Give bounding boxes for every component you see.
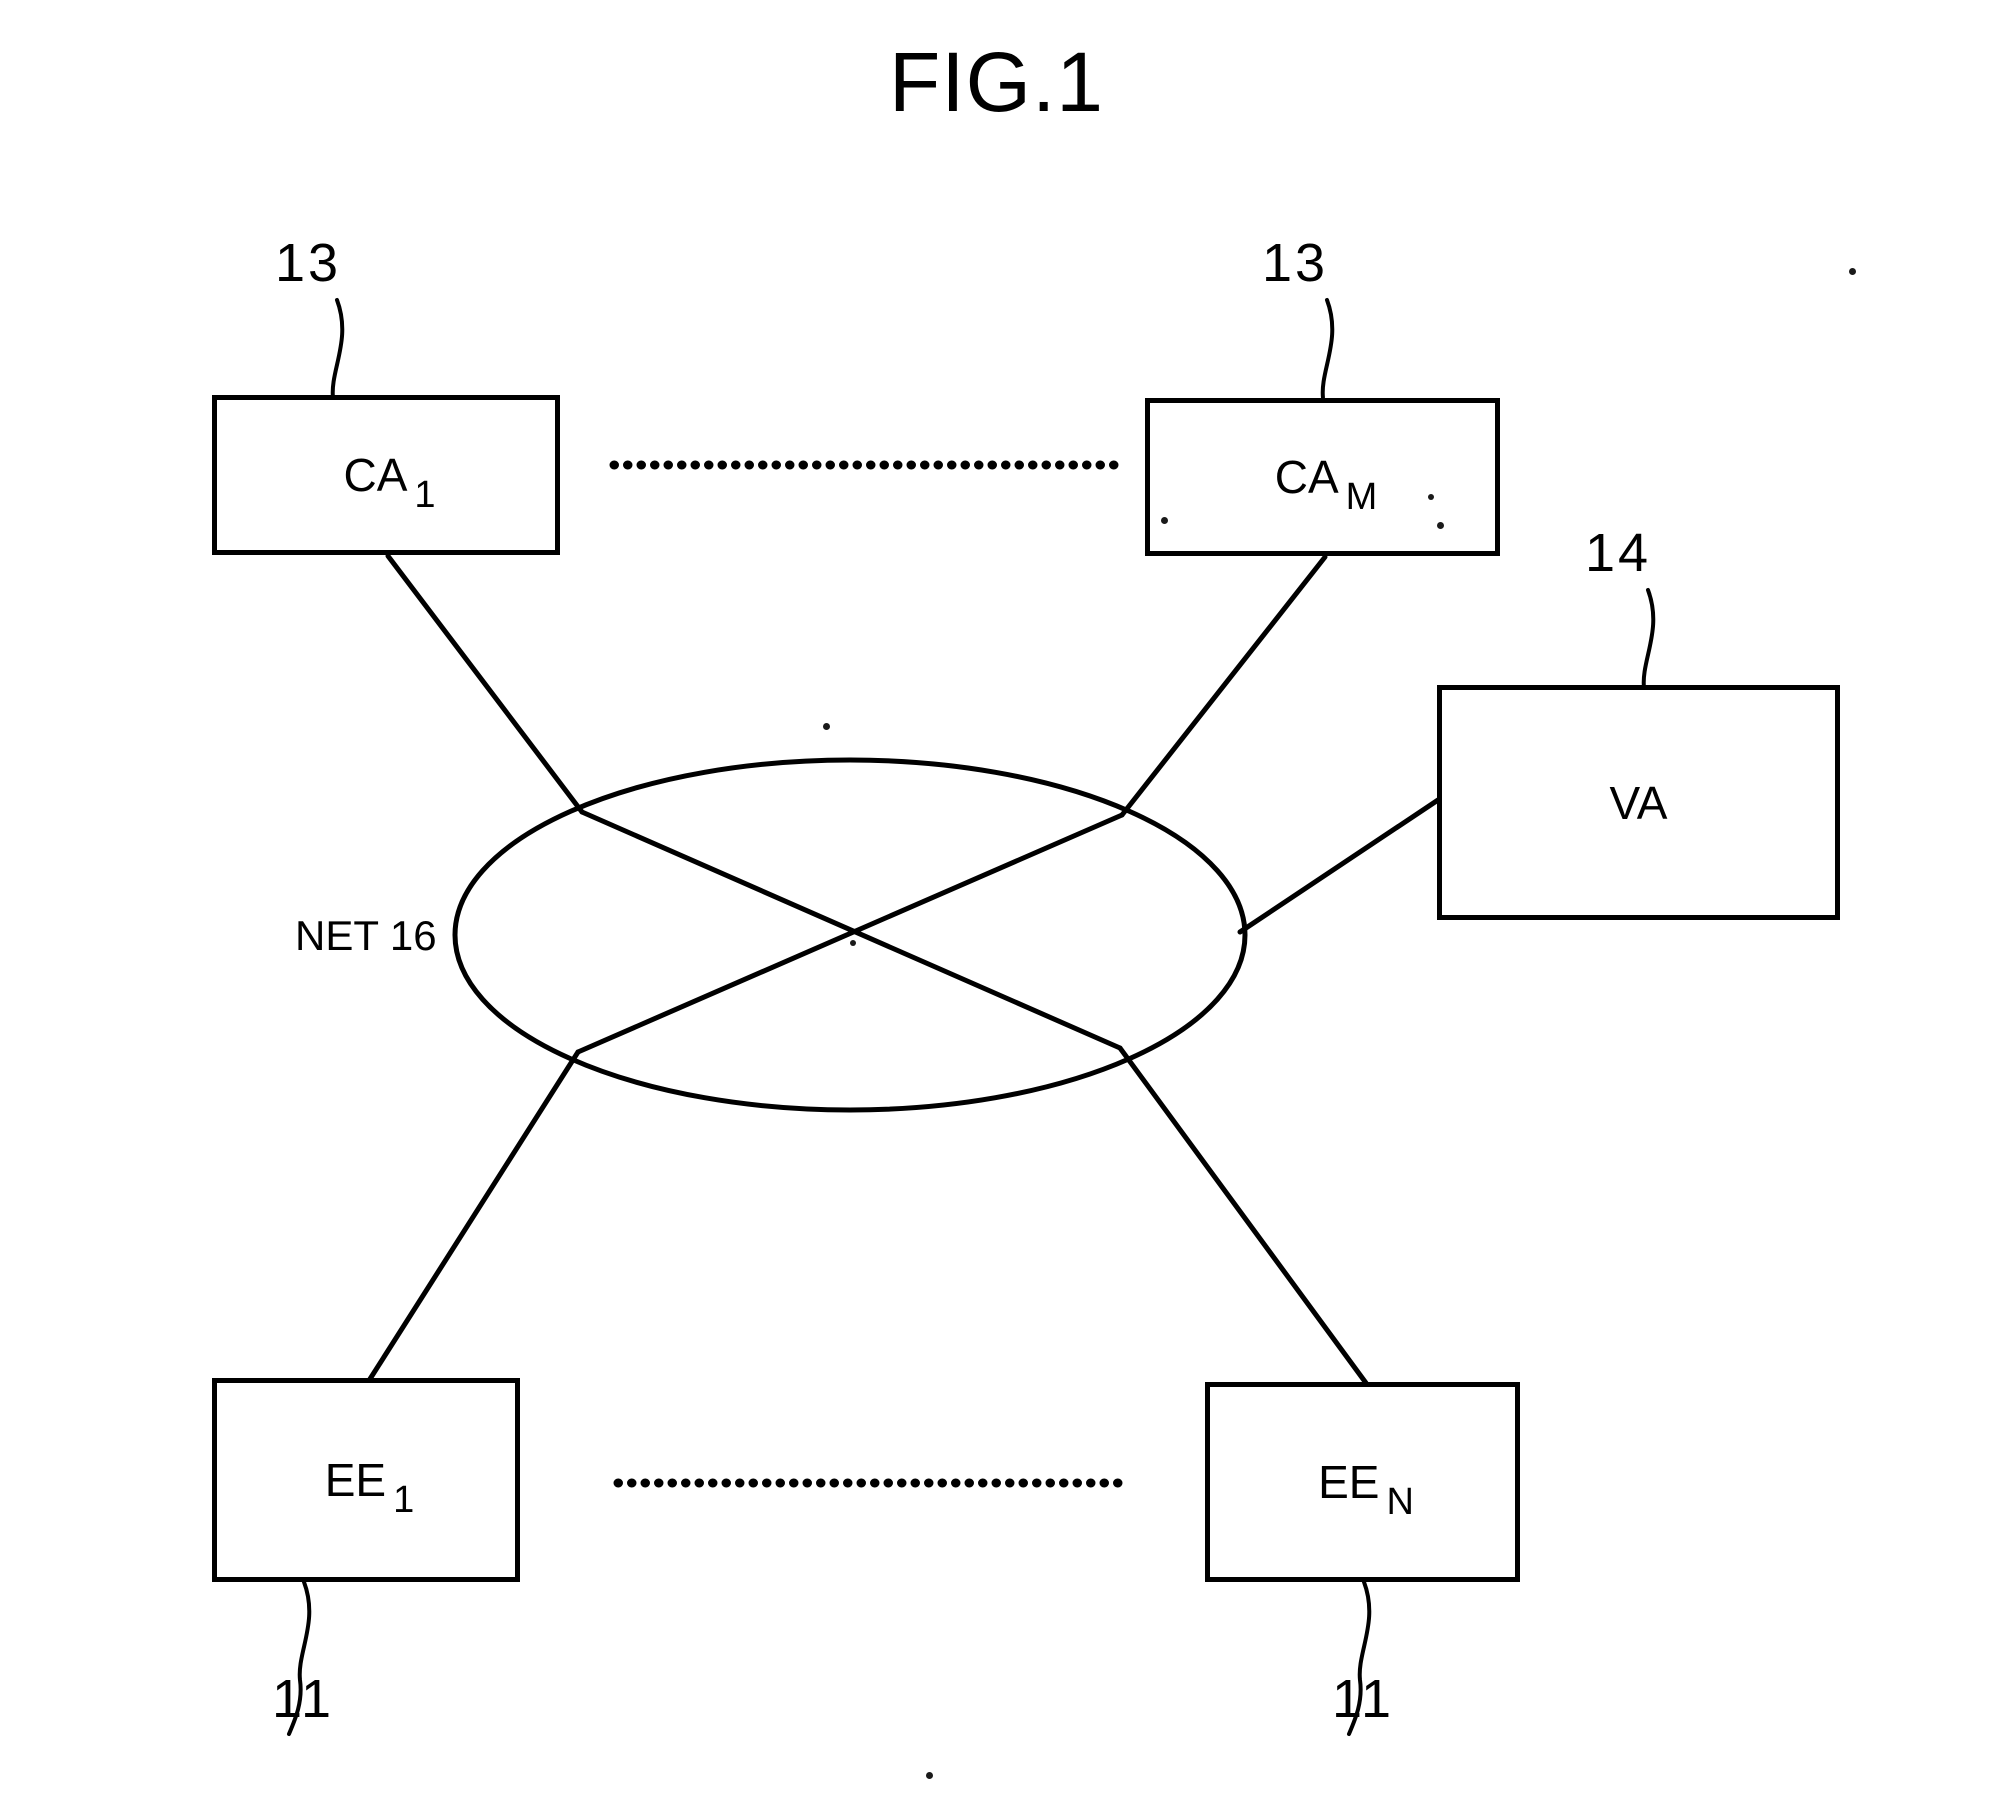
node-box-ca-m: CA M [1145, 398, 1500, 556]
dotted-ellipsis-lines [609, 460, 1127, 1488]
scan-speck [926, 1772, 933, 1779]
scan-speck [1849, 268, 1856, 275]
node-label-base: EE [1318, 1456, 1380, 1508]
een-to-net [1117, 1045, 1369, 1386]
node-label-ee-n: EE N [1318, 1456, 1414, 1521]
node-label-ee-1: EE 1 [324, 1454, 415, 1519]
ca1-to-net [385, 553, 585, 815]
reference-numeral: 14 [1585, 523, 1652, 583]
node-label-base: CA [343, 449, 408, 501]
node-label-subscript: N [1386, 1481, 1414, 1523]
network-label: NET 16 [295, 912, 437, 959]
node-label-subscript: 1 [414, 474, 436, 516]
scan-speck [1161, 517, 1168, 524]
node-box-ca-1: CA 1 [212, 395, 560, 555]
reference-numeral: 13 [275, 233, 342, 293]
ee1-to-net [367, 1049, 581, 1382]
scan-speck [850, 940, 856, 946]
scan-speck [1428, 494, 1434, 500]
cam-to-net [1119, 554, 1328, 818]
node-label-base: VA [1609, 776, 1668, 829]
node-box-ee-n: EE N [1205, 1382, 1520, 1582]
node-label-va: VA [1610, 780, 1668, 826]
patent-figure: FIG.1 CA 1 CA M VA EE 1 EE N 13 13 14 11 11 NET 16 [0, 0, 1993, 1819]
node-label-subscript: M [1345, 476, 1378, 518]
node-box-ee-1: EE 1 [212, 1378, 520, 1582]
node-label-base: CA [1274, 451, 1339, 503]
scan-speck [823, 723, 830, 730]
reference-numeral: 11 [1332, 1669, 1395, 1729]
connector-lines [367, 553, 1441, 1386]
node-label-base: EE [324, 1454, 387, 1506]
node-label-ca-m: CA M [1274, 451, 1378, 516]
reference-numeral: 11 [272, 1669, 335, 1729]
reference-numeral: 13 [1262, 233, 1329, 293]
node-label-ca-1: CA 1 [343, 449, 435, 514]
node-box-va: VA [1437, 685, 1840, 920]
node-label-subscript: 1 [393, 1479, 415, 1521]
net-cross-ne-sw [575, 812, 1125, 1055]
scan-speck [1437, 522, 1444, 529]
va-to-net [1237, 797, 1441, 935]
